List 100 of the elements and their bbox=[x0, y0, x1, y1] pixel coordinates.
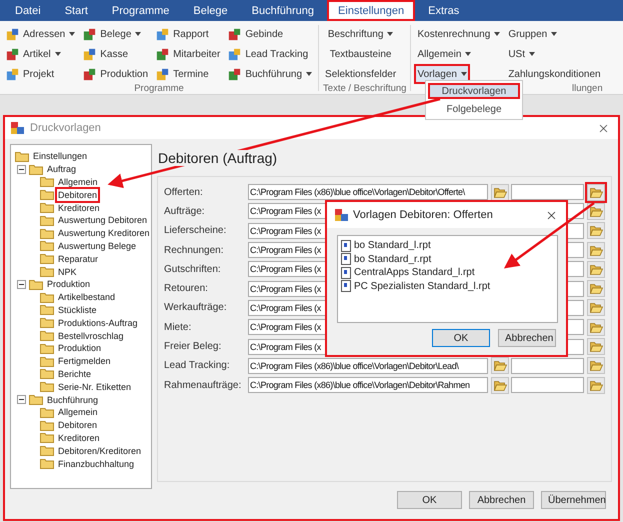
menu-item[interactable]: Druckvorlagen bbox=[428, 83, 520, 99]
browse-button[interactable] bbox=[491, 376, 509, 394]
tree-item[interactable]: NPK bbox=[57, 266, 78, 278]
input-field[interactable] bbox=[511, 184, 584, 200]
ribbon-button[interactable]: Lead Tracking bbox=[226, 45, 310, 63]
ribbon-button[interactable]: Projekt bbox=[4, 65, 56, 83]
caret-icon bbox=[387, 32, 394, 36]
tree-item[interactable]: Bestellvroschlag bbox=[57, 330, 125, 342]
menu-item[interactable]: Folgebelege bbox=[428, 101, 520, 117]
group-label: llungen bbox=[572, 83, 603, 95]
dialog-button[interactable]: Übernehmen bbox=[541, 491, 606, 509]
ribbon-button[interactable]: Kostenrechnung bbox=[415, 25, 502, 43]
report-file-icon bbox=[341, 253, 351, 266]
tree-item[interactable]: Berichte bbox=[57, 368, 92, 380]
browse-button[interactable] bbox=[491, 357, 509, 374]
browse-button[interactable] bbox=[587, 376, 605, 394]
tree-item[interactable]: Kreditoren bbox=[57, 202, 101, 214]
tree-item[interactable]: Auswertung Belege bbox=[57, 240, 138, 252]
ribbon-button[interactable]: Allgemein bbox=[415, 45, 474, 63]
ribbon-button[interactable]: Gebinde bbox=[226, 25, 286, 43]
folder-icon bbox=[40, 292, 54, 303]
menu-tab[interactable]: Extras bbox=[417, 0, 470, 21]
tree-item[interactable]: Stückliste bbox=[57, 304, 98, 316]
collapse-icon[interactable] bbox=[17, 395, 26, 404]
browse-button[interactable] bbox=[587, 318, 605, 336]
input-field[interactable] bbox=[511, 358, 584, 374]
browse-button[interactable] bbox=[587, 280, 605, 298]
tree-item[interactable]: Produktion bbox=[57, 342, 102, 354]
browse-button[interactable] bbox=[587, 357, 605, 374]
tree-item[interactable]: Auswertung Debitoren bbox=[57, 214, 148, 226]
dialog-button[interactable]: Abbrechen bbox=[469, 491, 534, 509]
tree-item[interactable]: Debitoren bbox=[57, 188, 98, 201]
tree-item[interactable]: Fertigmelden bbox=[57, 355, 112, 368]
caret-icon bbox=[460, 72, 467, 76]
menu-tab[interactable]: Belege bbox=[182, 0, 239, 21]
ribbon-button[interactable]: Kasse bbox=[81, 45, 130, 63]
tree-item[interactable]: Buchführung bbox=[46, 394, 100, 406]
caret-icon bbox=[306, 72, 312, 76]
ribbon-button[interactable]: Artikel bbox=[4, 45, 63, 63]
collapse-icon[interactable] bbox=[17, 164, 26, 174]
menu-tab[interactable]: Buchführung bbox=[240, 0, 326, 21]
path-field[interactable]: C:\Program Files (x86)\blue office\Vorlagen\Debitor\Offerte\ bbox=[248, 184, 488, 200]
menu-tab[interactable]: Datei bbox=[4, 0, 52, 21]
menu-tab[interactable]: Programme bbox=[100, 0, 180, 21]
browse-button[interactable] bbox=[587, 260, 605, 278]
field-label: Rechnungen: bbox=[164, 244, 224, 256]
folder-icon bbox=[40, 317, 54, 328]
ribbon-button[interactable]: Beschriftung bbox=[326, 25, 396, 43]
ribbon-button[interactable]: Buchführung bbox=[226, 65, 314, 83]
browse-button[interactable] bbox=[491, 184, 509, 201]
colored-tile-icon bbox=[6, 48, 19, 60]
path-field[interactable]: C:\Program Files (x86)\blue office\Vorlagen\Debitor\Rahmen bbox=[248, 377, 488, 394]
browse-button[interactable] bbox=[587, 299, 605, 316]
tree-item[interactable]: Allgemein bbox=[57, 406, 99, 418]
browse-button[interactable] bbox=[587, 184, 605, 201]
file-item[interactable]: CentralApps Standard_l.rpt bbox=[354, 267, 475, 278]
tree-item[interactable]: Debitoren/Kreditoren bbox=[57, 444, 142, 457]
file-item[interactable]: bo Standard_l.rpt bbox=[354, 240, 431, 252]
dialog-button[interactable]: Abbrechen bbox=[498, 329, 556, 347]
file-item[interactable]: PC Spezialisten Standard_l.rpt bbox=[354, 280, 490, 292]
tree-item[interactable]: Auftrag bbox=[46, 163, 78, 176]
tree-item[interactable]: Reparatur bbox=[57, 252, 100, 265]
dialog-button[interactable]: OK bbox=[432, 329, 490, 347]
ribbon-button[interactable]: Gruppen bbox=[506, 25, 560, 43]
ribbon-button[interactable]: Textbausteine bbox=[328, 45, 394, 63]
tree-item[interactable]: Produktion bbox=[46, 278, 92, 290]
tree-item[interactable]: Allgemein bbox=[57, 176, 99, 188]
ribbon-button[interactable]: Mitarbeiter bbox=[154, 45, 222, 63]
ribbon-button[interactable]: Produktion bbox=[81, 65, 150, 83]
app-icon bbox=[335, 209, 348, 221]
field-label: Retouren: bbox=[164, 283, 209, 294]
tree-item[interactable]: Serie-Nr. Etiketten bbox=[57, 380, 132, 393]
folder-icon bbox=[590, 360, 602, 372]
ribbon-button[interactable]: Zahlungskonditionen bbox=[506, 65, 603, 83]
folder-icon bbox=[590, 283, 602, 294]
tree-item[interactable]: Debitoren bbox=[57, 419, 98, 432]
field-label: Rahmenaufträge: bbox=[164, 380, 242, 391]
menu-tab[interactable]: Start bbox=[54, 0, 99, 21]
file-item[interactable]: bo Standard_r.rpt bbox=[354, 254, 432, 265]
browse-button[interactable] bbox=[587, 242, 605, 259]
tree-item[interactable]: Einstellungen bbox=[32, 150, 88, 162]
browse-button[interactable] bbox=[587, 338, 605, 356]
dialog-button[interactable]: OK bbox=[397, 491, 462, 509]
ribbon-button[interactable]: Selektionsfelder bbox=[323, 65, 398, 83]
collapse-icon[interactable] bbox=[17, 280, 26, 289]
ribbon-button[interactable]: USt bbox=[506, 45, 537, 63]
path-field[interactable]: C:\Program Files (x86)\blue office\Vorlagen\Debitor\Lead\ bbox=[248, 358, 488, 374]
tree-item[interactable]: Produktions-Auftrag bbox=[57, 316, 139, 329]
field-label: Aufträge: bbox=[164, 206, 206, 217]
browse-button[interactable] bbox=[587, 222, 605, 240]
input-field[interactable] bbox=[511, 377, 584, 394]
tree-item[interactable]: Artikelbestand bbox=[57, 291, 116, 304]
tree-item[interactable]: Auswertung Kreditoren bbox=[57, 227, 151, 240]
ribbon-button[interactable]: Belege bbox=[81, 25, 144, 43]
ribbon-button[interactable]: Termine bbox=[154, 65, 211, 83]
tree-item[interactable]: Kreditoren bbox=[57, 432, 101, 444]
tree-item[interactable]: Finanzbuchhaltung bbox=[57, 458, 136, 470]
menu-tab[interactable]: Einstellungen bbox=[327, 0, 416, 21]
ribbon-button[interactable]: Rapport bbox=[154, 25, 211, 43]
ribbon-button[interactable]: Adressen bbox=[4, 25, 78, 43]
